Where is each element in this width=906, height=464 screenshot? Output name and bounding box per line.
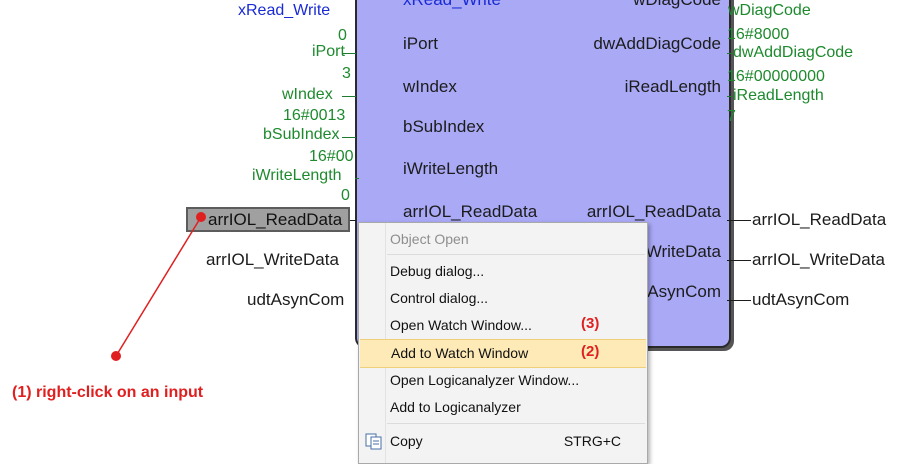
menu-item-open-logicanalyzer-window[interactable]: Open Logicanalyzer Window... <box>359 367 647 394</box>
annotation-step2: (2) <box>581 343 600 360</box>
menu-item-control-dialog[interactable]: Control dialog... <box>359 285 647 312</box>
menu-item-debug-dialog[interactable]: Debug dialog... <box>359 258 647 285</box>
menu-separator <box>387 254 645 255</box>
menu-separator <box>387 423 645 424</box>
copy-icon <box>365 433 382 450</box>
menu-item-copy[interactable]: Copy STRG+C <box>359 428 647 455</box>
annotation-step1: (1) right-click on an input <box>12 384 204 401</box>
menu-item-add-to-logicanalyzer[interactable]: Add to Logicanalyzer <box>359 394 647 421</box>
annotation-step3: (3) <box>581 315 600 332</box>
menu-item-add-to-watch-window[interactable]: Add to Watch Window (2) <box>360 339 646 368</box>
menu-item-object-open[interactable]: Object Open <box>359 226 647 253</box>
context-menu[interactable]: Object Open Debug dialog... Control dial… <box>358 222 648 464</box>
copy-shortcut: STRG+C <box>563 433 621 449</box>
menu-item-open-watch-window[interactable]: Open Watch Window... (3) <box>359 312 647 339</box>
